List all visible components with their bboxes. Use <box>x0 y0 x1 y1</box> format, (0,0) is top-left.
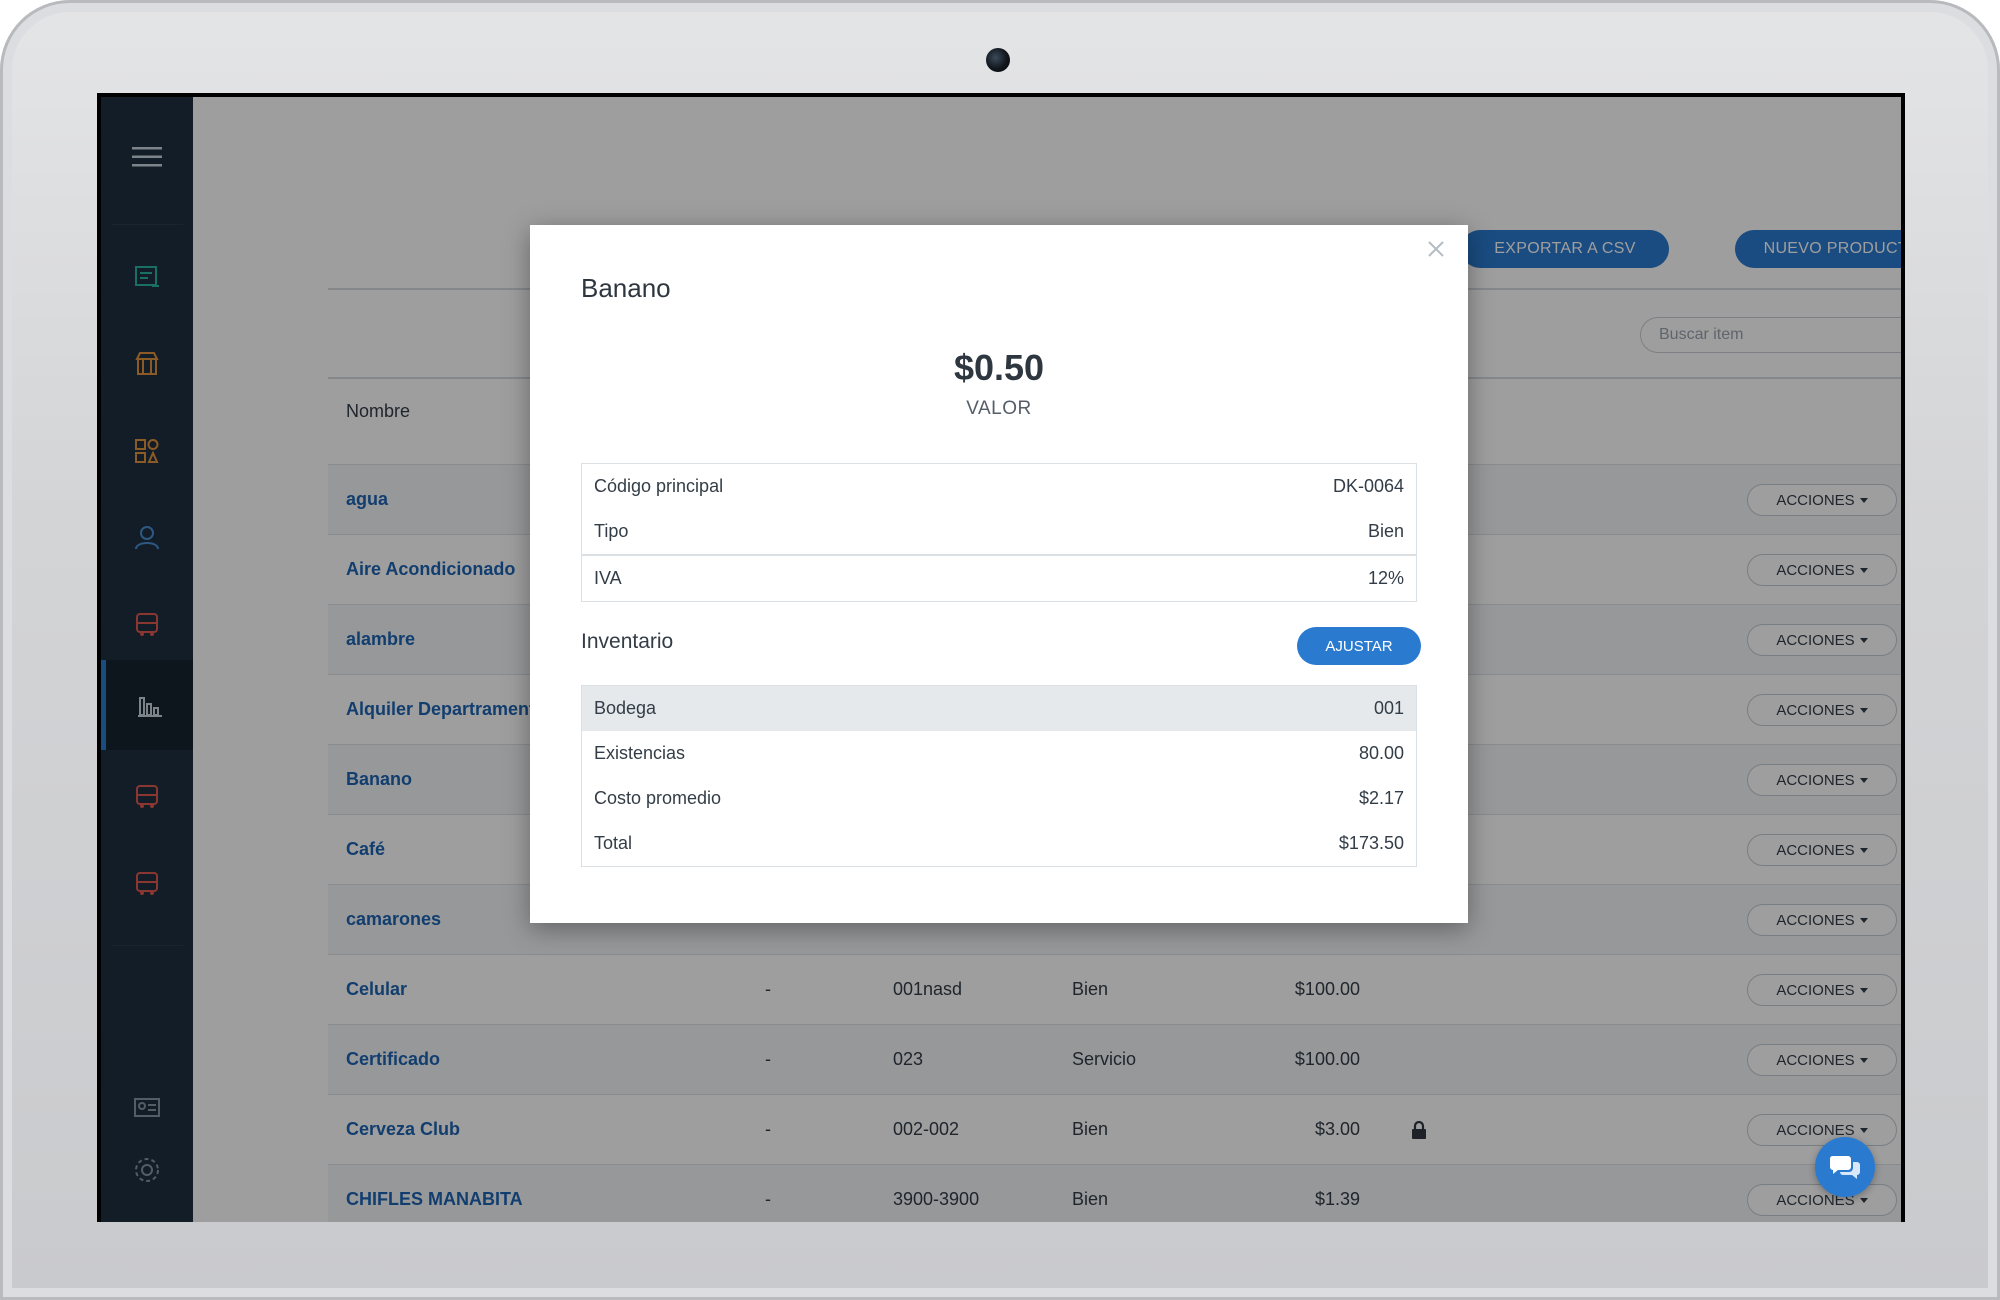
inventory-row: Bodega 001 <box>582 686 1416 731</box>
inventory-table: Bodega 001 Existencias 80.00 Costo prome… <box>581 685 1417 867</box>
inventory-value: $173.50 <box>1338 833 1404 853</box>
detail-row: IVA 12% <box>582 554 1416 601</box>
details-table: Código principal DK-0064 Tipo Bien IVA 1… <box>581 463 1417 602</box>
inventory-label: Bodega <box>594 698 657 718</box>
inventory-value: $2.17 <box>1358 788 1404 808</box>
inventory-label: Existencias <box>594 743 686 763</box>
camera <box>986 48 1010 72</box>
inventory-label: Total <box>594 833 633 853</box>
inventory-row: Costo promedio $2.17 <box>582 776 1416 821</box>
close-icon[interactable] <box>1422 235 1450 263</box>
detail-value: 12% <box>1367 568 1404 588</box>
product-price-label: VALOR <box>966 398 1032 419</box>
chat-icon[interactable] <box>1815 1137 1875 1197</box>
inventory-row: Existencias 80.00 <box>582 731 1416 776</box>
product-detail-modal: Banano $0.50 VALOR Código principal DK-0… <box>530 225 1468 923</box>
detail-row: Código principal DK-0064 <box>582 464 1416 509</box>
modal-title: Banano <box>581 273 671 303</box>
detail-label: IVA <box>594 568 622 588</box>
screen: Exportar a CSV Nuevo producto Nombre agu… <box>97 93 1905 1222</box>
app: Exportar a CSV Nuevo producto Nombre agu… <box>101 97 1901 1222</box>
inventory-value: 001 <box>1373 698 1404 718</box>
detail-value: Bien <box>1367 521 1404 541</box>
detail-label: Código principal <box>594 476 724 496</box>
detail-row: Tipo Bien <box>582 509 1416 554</box>
inventory-value: 80.00 <box>1358 743 1404 763</box>
inventory-title: Inventario <box>581 630 674 653</box>
inventory-row: Total $173.50 <box>582 821 1416 866</box>
detail-value: DK-0064 <box>1332 476 1404 496</box>
inventory-label: Costo promedio <box>594 788 722 808</box>
adjust-button[interactable]: AJUSTAR <box>1297 627 1421 665</box>
product-price-value: $0.50 <box>953 347 1045 388</box>
detail-label: Tipo <box>594 521 629 541</box>
